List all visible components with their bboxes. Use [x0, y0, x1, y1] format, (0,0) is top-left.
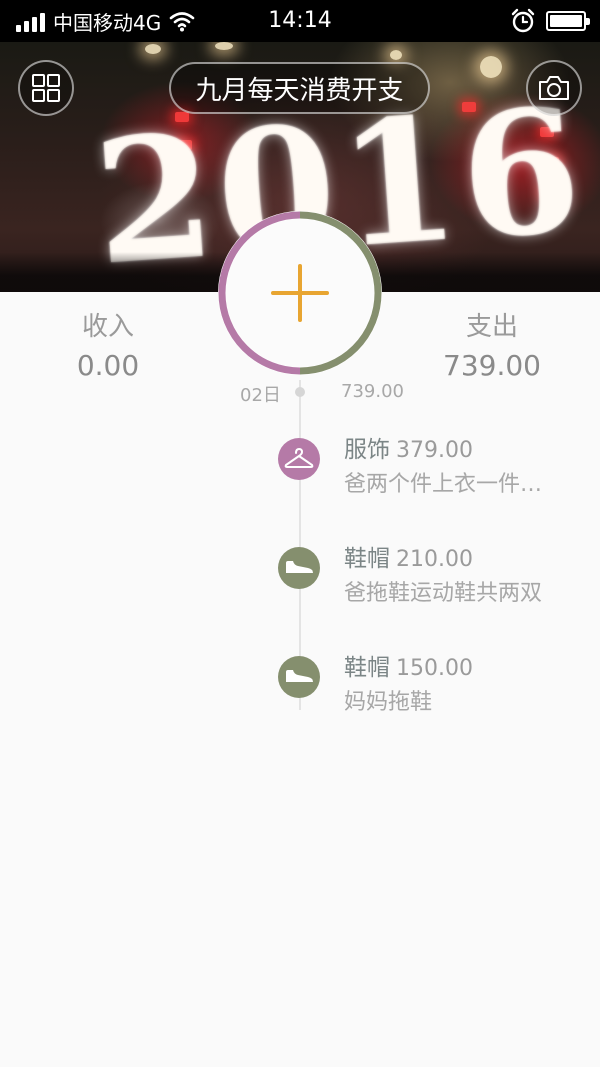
carrier-label: 中国移动4G	[53, 10, 162, 35]
record-entry[interactable]: 鞋帽 210.00 爸拖鞋运动鞋共两双	[278, 539, 578, 619]
add-record-button[interactable]	[217, 210, 383, 376]
record-note: 妈妈拖鞋	[344, 690, 433, 715]
timeline-day-dot	[295, 387, 305, 397]
camera-button[interactable]	[526, 60, 582, 116]
alarm-icon	[511, 8, 535, 33]
timeline-day-total: 739.00	[341, 381, 404, 402]
record-note: 爸两个件上衣一件…	[344, 472, 543, 497]
record-note: 爸拖鞋运动鞋共两双	[344, 581, 543, 606]
record-entry[interactable]: 鞋帽 150.00 妈妈拖鞋	[278, 648, 578, 728]
camera-icon	[539, 76, 569, 100]
income-value: 0.00	[76, 349, 140, 382]
record-amount: 210.00	[396, 547, 473, 572]
record-category: 服饰	[344, 437, 390, 463]
timeline-date: 02日	[240, 385, 281, 406]
book-title: 九月每天消费开支	[195, 75, 404, 106]
record-entry[interactable]: 服饰 379.00 爸两个件上衣一件…	[278, 430, 578, 510]
expense-summary: 支出 739.00	[392, 306, 592, 382]
battery-icon	[546, 11, 590, 31]
shoe-icon	[278, 656, 320, 698]
grid-icon	[32, 74, 60, 102]
record-amount: 379.00	[396, 438, 473, 463]
wifi-icon	[169, 12, 195, 32]
record-category: 鞋帽	[344, 546, 390, 572]
record-category: 鞋帽	[344, 655, 390, 681]
expense-label: 支出	[465, 312, 518, 342]
book-title-button[interactable]: 九月每天消费开支	[169, 62, 430, 114]
hanger-icon	[278, 438, 320, 480]
shoe-icon	[278, 547, 320, 589]
status-bar: 中国移动4G 14:14	[0, 0, 600, 42]
income-label: 收入	[81, 312, 134, 342]
menu-button[interactable]	[18, 60, 74, 116]
signal-icon	[16, 10, 45, 32]
record-amount: 150.00	[396, 656, 473, 681]
expense-value: 739.00	[443, 349, 541, 382]
income-summary: 收入 0.00	[8, 306, 208, 382]
